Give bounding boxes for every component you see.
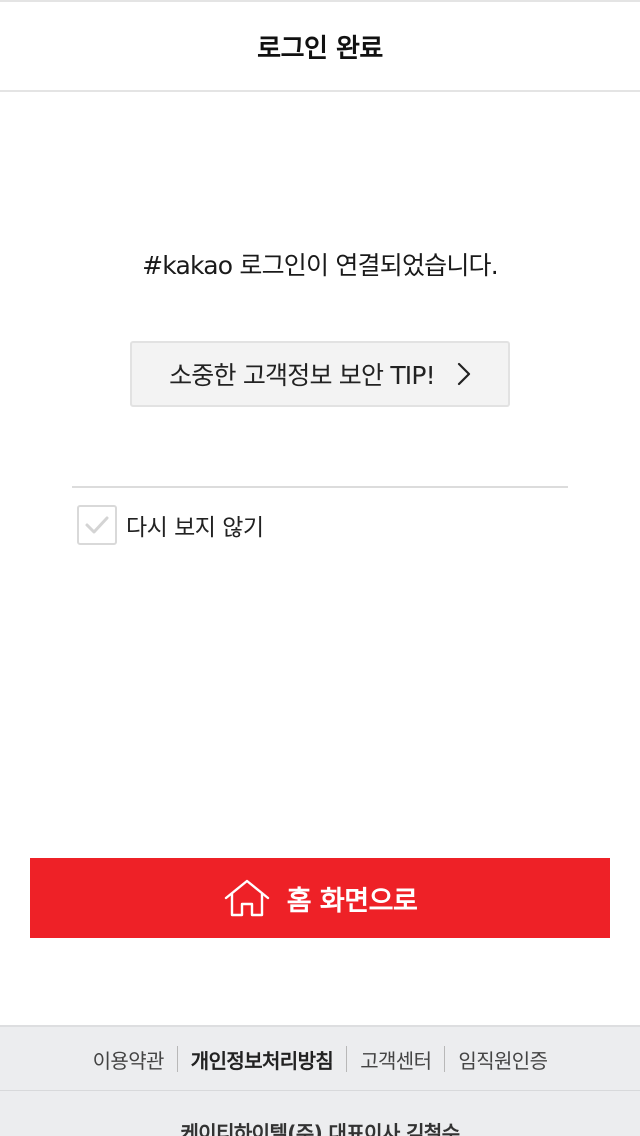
checkmark-icon xyxy=(85,516,109,534)
chevron-right-icon xyxy=(457,362,471,386)
footer-link-employee-auth[interactable]: 임직원인증 xyxy=(445,1045,560,1074)
company-info: 케이티하이텔(주) 대표이사 김철수 xyxy=(180,1121,460,1136)
dont-show-again-checkbox[interactable] xyxy=(77,505,117,545)
footer-link-terms[interactable]: 이용약관 xyxy=(80,1045,177,1074)
footer: 이용약관 개인정보처리방침 고객센터 임직원인증 케이티하이텔(주) 대표이사 … xyxy=(0,1025,640,1136)
section-divider xyxy=(72,486,568,488)
login-linked-message: #kakao 로그인이 연결되었습니다. xyxy=(142,251,499,280)
footer-link-customer-center[interactable]: 고객센터 xyxy=(347,1045,444,1074)
page-title: 로그인 완료 xyxy=(257,33,383,64)
footer-links: 이용약관 개인정보처리방침 고객센터 임직원인증 xyxy=(0,1044,640,1074)
home-button[interactable]: 홈 화면으로 xyxy=(30,858,610,938)
login-complete-page: 로그인 완료 #kakao 로그인이 연결되었습니다. 소중한 고객정보 보안 … xyxy=(0,0,640,1136)
dont-show-again-option[interactable]: 다시 보지 않기 xyxy=(77,504,264,546)
footer-link-privacy-policy[interactable]: 개인정보처리방침 xyxy=(178,1045,346,1074)
security-tip-button[interactable]: 소중한 고객정보 보안 TIP! xyxy=(130,341,510,407)
footer-divider xyxy=(0,1090,640,1091)
header: 로그인 완료 xyxy=(0,0,640,92)
security-tip-label: 소중한 고객정보 보안 TIP! xyxy=(169,361,436,390)
dont-show-again-label: 다시 보지 않기 xyxy=(126,515,264,541)
home-icon xyxy=(223,878,271,918)
home-button-label: 홈 화면으로 xyxy=(286,885,418,917)
